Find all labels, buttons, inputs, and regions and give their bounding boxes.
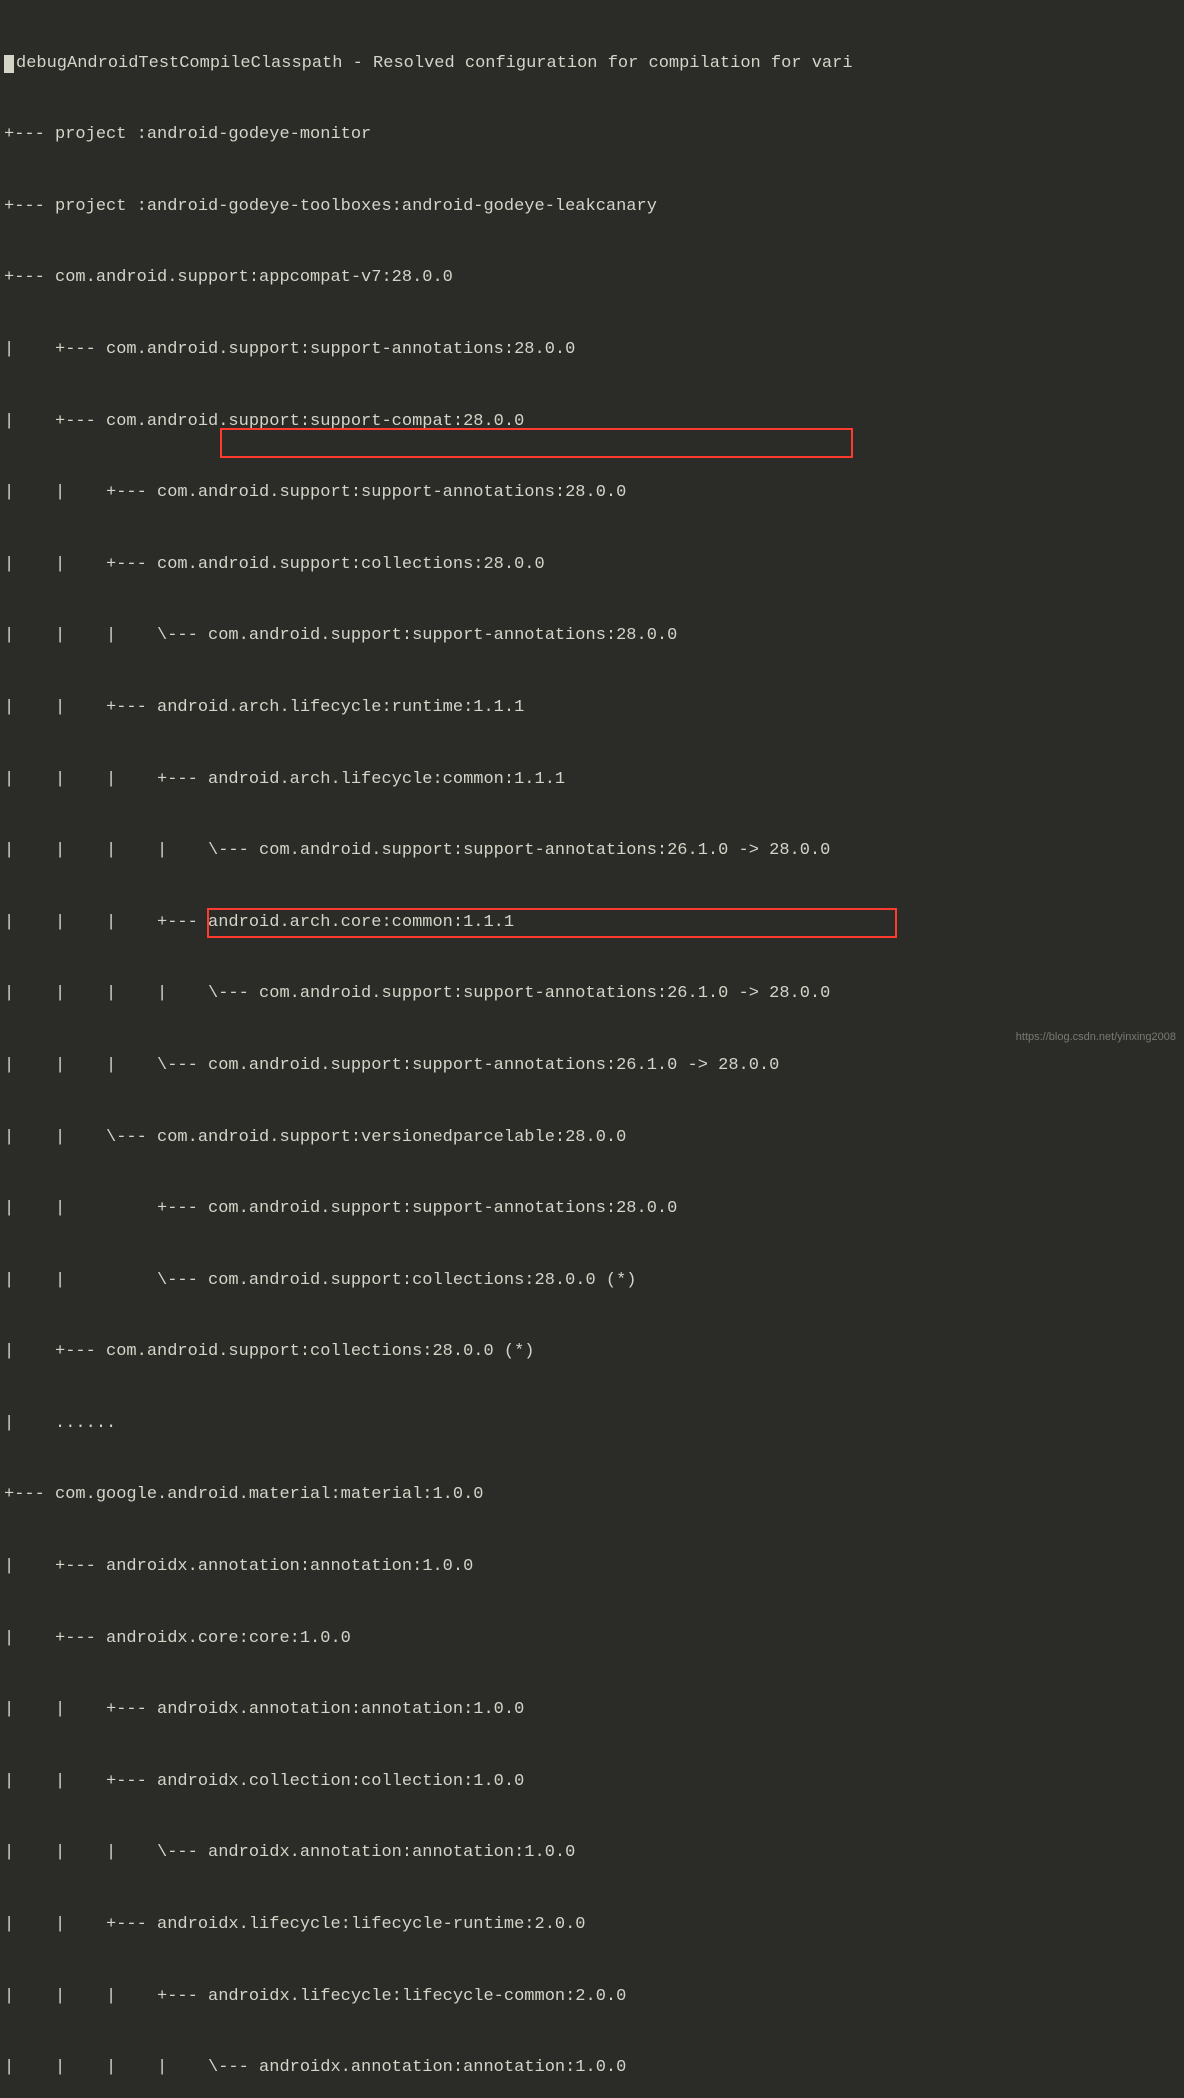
dependency-line: debugAndroidTestCompileClasspath - Resol… <box>4 52 1184 76</box>
line-text: | | | +--- android.arch.core:common:1.1.… <box>4 913 514 932</box>
line-text: | | | +--- android.arch.lifecycle:common… <box>4 770 565 789</box>
line-text: | | | | \--- com.android.support:support… <box>4 841 830 860</box>
dependency-line: | | | \--- com.android.support:support-a… <box>4 624 1184 648</box>
line-text: +--- project :android-godeye-monitor <box>4 125 371 144</box>
line-text: | | +--- androidx.lifecycle:lifecycle-ru… <box>4 1915 586 1934</box>
dependency-line: | | | \--- com.android.support:support-a… <box>4 1054 1184 1078</box>
dependency-line: +--- com.google.android.material:materia… <box>4 1483 1184 1507</box>
line-text: | | +--- com.android.support:support-ann… <box>4 1199 677 1218</box>
dependency-line: | | +--- androidx.annotation:annotation:… <box>4 1698 1184 1722</box>
line-text: | | \--- com.android.support:versionedpa… <box>4 1128 626 1147</box>
dependency-line: +--- project :android-godeye-monitor <box>4 123 1184 147</box>
line-text: | +--- com.android.support:collections:2… <box>4 1342 535 1361</box>
line-text: debugAndroidTestCompileClasspath - Resol… <box>16 54 853 73</box>
dependency-line: | | | | \--- androidx.annotation:annotat… <box>4 2056 1184 2080</box>
watermark-text: https://blog.csdn.net/yinxing2008 <box>1016 1030 1176 1045</box>
line-text: | +--- com.android.support:support-annot… <box>4 340 575 359</box>
dependency-line: | +--- com.android.support:collections:2… <box>4 1340 1184 1364</box>
line-text: | | +--- com.android.support:collections… <box>4 555 545 574</box>
line-text: +--- project :android-godeye-toolboxes:a… <box>4 197 657 216</box>
dependency-line: | | | +--- android.arch.core:common:1.1.… <box>4 911 1184 935</box>
dependency-line: | | +--- android.arch.lifecycle:runtime:… <box>4 696 1184 720</box>
line-text: | +--- androidx.annotation:annotation:1.… <box>4 1557 473 1576</box>
line-text: | | +--- com.android.support:support-ann… <box>4 483 626 502</box>
line-text: | | | | \--- androidx.annotation:annotat… <box>4 2058 626 2077</box>
dependency-line: | | +--- androidx.lifecycle:lifecycle-ru… <box>4 1913 1184 1937</box>
line-text: | | \--- com.android.support:collections… <box>4 1271 637 1290</box>
dependency-line: | | | \--- androidx.annotation:annotatio… <box>4 1841 1184 1865</box>
dependency-line: | +--- com.android.support:support-compa… <box>4 410 1184 434</box>
line-text: | | | \--- androidx.annotation:annotatio… <box>4 1843 575 1862</box>
line-text: | ...... <box>4 1414 116 1433</box>
dependency-line: | | +--- com.android.support:support-ann… <box>4 481 1184 505</box>
line-text: | | | \--- com.android.support:support-a… <box>4 1056 779 1075</box>
dependency-line: | | | | \--- com.android.support:support… <box>4 839 1184 863</box>
line-text: | +--- androidx.core:core:1.0.0 <box>4 1629 351 1648</box>
line-text: | | | +--- androidx.lifecycle:lifecycle-… <box>4 1987 626 2006</box>
dependency-line: | +--- androidx.core:core:1.0.0 <box>4 1627 1184 1651</box>
dependency-line: | | \--- com.android.support:collections… <box>4 1269 1184 1293</box>
dependency-line: | | | +--- android.arch.lifecycle:common… <box>4 768 1184 792</box>
line-text: | | +--- androidx.collection:collection:… <box>4 1772 524 1791</box>
line-text: +--- com.google.android.material:materia… <box>4 1485 483 1504</box>
dependency-line: | | | | \--- com.android.support:support… <box>4 982 1184 1006</box>
dependency-line: | | | +--- androidx.lifecycle:lifecycle-… <box>4 1985 1184 2009</box>
line-text: | +--- com.android.support:support-compa… <box>4 412 524 431</box>
line-text: +--- com.android.support:appcompat-v7:28… <box>4 268 453 287</box>
dependency-line: | +--- com.android.support:support-annot… <box>4 338 1184 362</box>
dependency-line: +--- com.android.support:appcompat-v7:28… <box>4 266 1184 290</box>
dependency-line: | | \--- com.android.support:versionedpa… <box>4 1126 1184 1150</box>
line-text: | | | | \--- com.android.support:support… <box>4 984 830 1003</box>
dependency-line: | +--- androidx.annotation:annotation:1.… <box>4 1555 1184 1579</box>
line-text: | | +--- android.arch.lifecycle:runtime:… <box>4 698 524 717</box>
dependency-line: | | +--- androidx.collection:collection:… <box>4 1770 1184 1794</box>
dependency-line: | ...... <box>4 1412 1184 1436</box>
line-text: | | +--- androidx.annotation:annotation:… <box>4 1700 524 1719</box>
dependency-line: | | +--- com.android.support:support-ann… <box>4 1197 1184 1221</box>
dependency-line: +--- project :android-godeye-toolboxes:a… <box>4 195 1184 219</box>
terminal-output: debugAndroidTestCompileClasspath - Resol… <box>0 0 1184 2098</box>
line-text: | | | \--- com.android.support:support-a… <box>4 626 677 645</box>
dependency-line: | | +--- com.android.support:collections… <box>4 553 1184 577</box>
cursor-icon <box>4 55 14 73</box>
